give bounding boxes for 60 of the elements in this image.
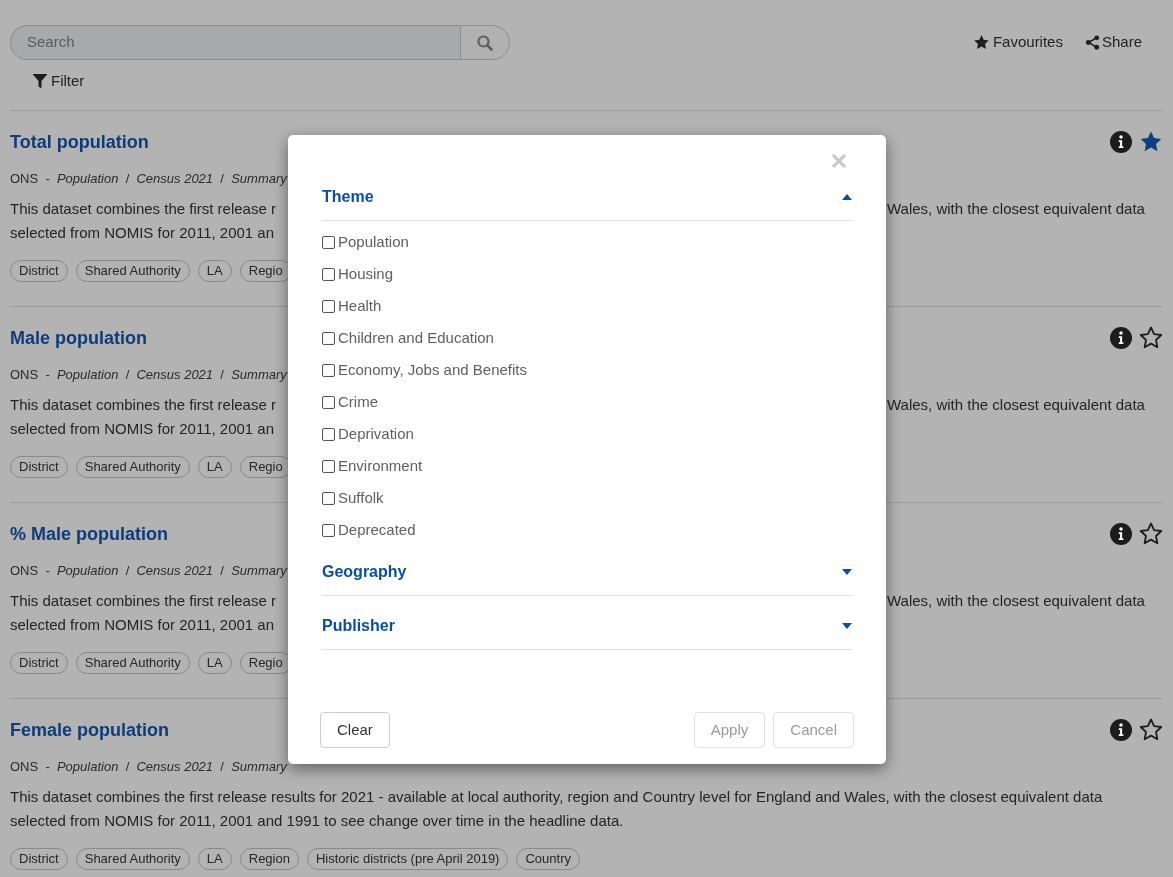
- checkbox-label[interactable]: Housing: [338, 262, 394, 286]
- info-icon[interactable]: [1110, 523, 1132, 545]
- dataset-title[interactable]: Female population: [10, 718, 169, 742]
- checkbox-label[interactable]: Children and Education: [338, 326, 494, 350]
- dataset-description: Wales, with the closest equivalent data: [887, 200, 1145, 217]
- clear-button[interactable]: Clear: [320, 712, 390, 748]
- info-icon[interactable]: [1110, 131, 1132, 153]
- accordion-header[interactable]: Theme: [322, 173, 852, 221]
- filter-button[interactable]: Filter: [32, 70, 85, 92]
- share-link[interactable]: Share: [1084, 31, 1142, 54]
- star-icon[interactable]: [1139, 326, 1163, 350]
- dataset-description: selected from NOMIS for 2011, 2001 an: [10, 616, 275, 633]
- favourites-link[interactable]: Favourites: [972, 31, 1063, 54]
- dataset-meta: ONS - Population / Census 2021 / Summary: [10, 759, 287, 774]
- dataset-description: This dataset combines the first release r: [10, 592, 276, 609]
- checkbox-label[interactable]: Suffolk: [338, 486, 384, 510]
- star-icon: [972, 34, 990, 51]
- dataset-description: This dataset combines the first release results for 2021 - available at local authority, region and Country level for England and Wales, with the closest equivalent data selected from NOMIS for 2011, 2001 and 1991 to see change over time in the headline data.: [10, 787, 1104, 831]
- dataset-title[interactable]: % Male population: [10, 522, 168, 546]
- dataset-title[interactable]: Male population: [10, 326, 147, 350]
- accordion-header[interactable]: Geography: [322, 542, 852, 596]
- dataset-title[interactable]: Total population: [10, 130, 149, 154]
- filled-star-icon[interactable]: [1139, 130, 1163, 154]
- checkbox-label[interactable]: Health: [338, 294, 382, 318]
- checkbox[interactable]: [322, 363, 335, 377]
- share-icon: [1084, 35, 1100, 50]
- star-icon[interactable]: [1139, 718, 1163, 742]
- checkbox[interactable]: [322, 331, 335, 345]
- dataset-description: Wales, with the closest equivalent data: [887, 592, 1145, 609]
- accordion-header[interactable]: Publisher: [322, 596, 852, 650]
- checkbox-label[interactable]: Deprecated: [338, 518, 416, 542]
- info-icon[interactable]: [1110, 327, 1132, 349]
- checkbox-label[interactable]: Population: [338, 230, 409, 254]
- info-icon[interactable]: [1110, 719, 1132, 741]
- checkbox[interactable]: [322, 523, 335, 537]
- checkbox[interactable]: [322, 459, 335, 473]
- checkbox-label[interactable]: Crime: [338, 390, 378, 414]
- dataset-description: selected from NOMIS for 2011, 2001 an: [10, 420, 275, 437]
- checkbox[interactable]: [322, 267, 335, 281]
- checkbox-label[interactable]: Deprivation: [338, 422, 414, 446]
- checkbox[interactable]: [322, 235, 335, 249]
- checkbox[interactable]: [322, 395, 335, 409]
- close-icon: [831, 153, 847, 169]
- checkbox[interactable]: [322, 427, 335, 441]
- dataset-description: This dataset combines the first release r: [10, 200, 276, 217]
- dataset-description: selected from NOMIS for 2011, 2001 an: [10, 224, 275, 241]
- dataset-description: Wales, with the closest equivalent data: [887, 396, 1145, 413]
- checkbox[interactable]: [322, 299, 335, 313]
- checkbox-label[interactable]: Economy, Jobs and Benefits: [338, 358, 527, 382]
- funnel-icon: [32, 73, 48, 89]
- search-icon: [477, 34, 493, 51]
- search-button[interactable]: [460, 25, 510, 60]
- checkbox-label[interactable]: Environment: [338, 454, 423, 478]
- dataset-description: This dataset combines the first release r: [10, 396, 276, 413]
- dataset-meta: ONS - Population / Census 2021 / Summary: [10, 563, 287, 578]
- dataset-meta: ONS - Population / Census 2021 / Summary: [10, 171, 287, 186]
- star-icon[interactable]: [1139, 522, 1163, 546]
- dataset-meta: ONS - Population / Census 2021 / Summary: [10, 367, 287, 382]
- checkbox[interactable]: [322, 491, 335, 505]
- search-field[interactable]: Search: [10, 25, 460, 60]
